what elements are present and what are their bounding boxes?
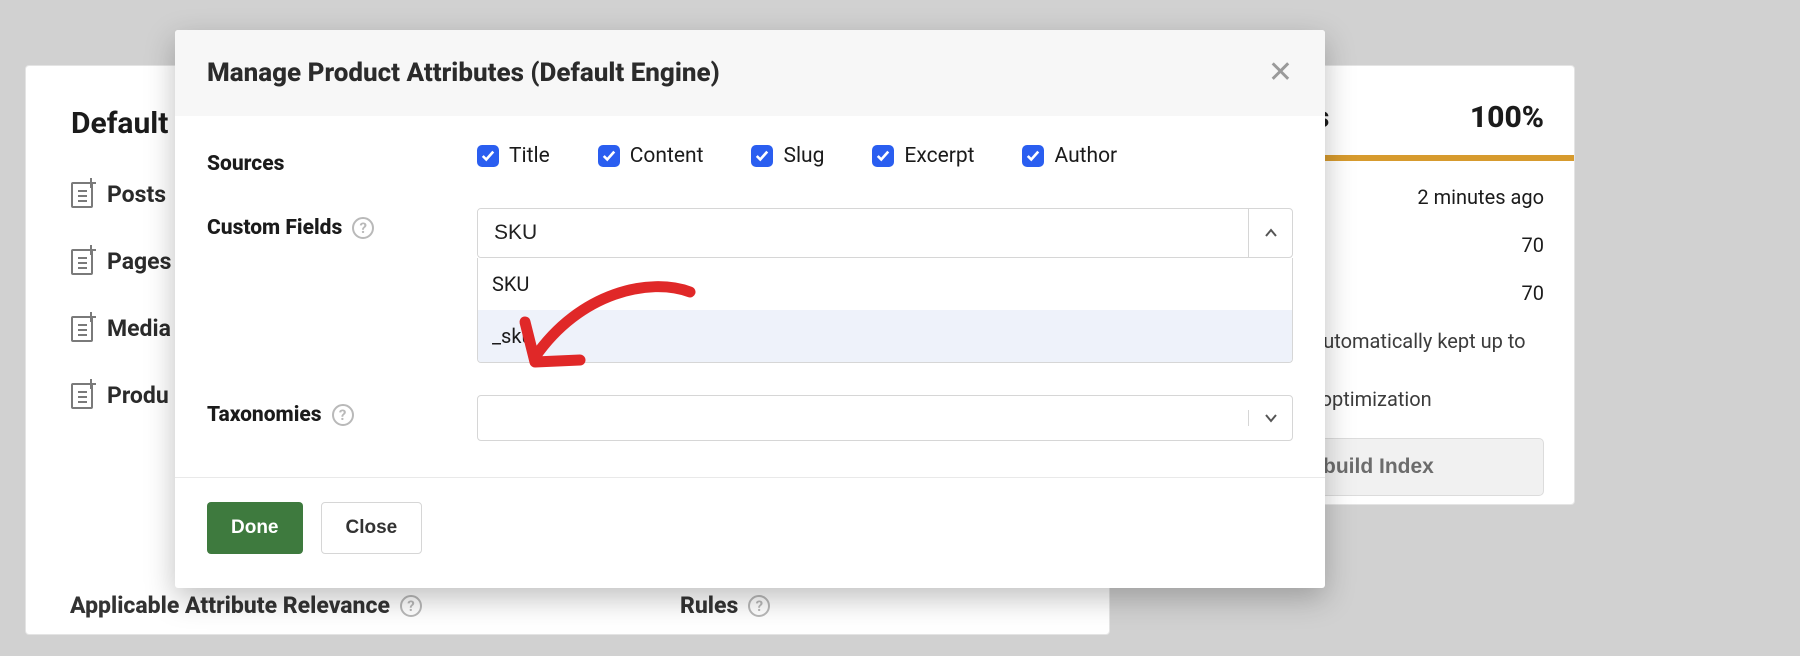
checkbox-icon xyxy=(598,145,620,167)
checkbox-title[interactable]: Title xyxy=(477,144,550,168)
attribute-relevance-heading: Applicable Attribute Relevance ? xyxy=(70,592,422,619)
chevron-up-icon[interactable] xyxy=(1248,209,1292,257)
checkbox-icon xyxy=(872,145,894,167)
custom-fields-dropdown: SKU _sku xyxy=(477,258,1293,363)
sidebar-item-label: Media xyxy=(107,315,171,342)
close-button[interactable]: Close xyxy=(321,502,423,554)
custom-fields-input[interactable] xyxy=(478,209,1248,257)
custom-fields-label-text: Custom Fields xyxy=(207,216,342,240)
modal-title: Manage Product Attributes (Default Engin… xyxy=(207,58,720,88)
help-icon[interactable]: ? xyxy=(400,595,422,617)
modal-footer: Done Close xyxy=(175,478,1325,588)
chevron-down-icon[interactable] xyxy=(1248,410,1292,426)
checkbox-content[interactable]: Content xyxy=(598,144,704,168)
taxonomies-label: Taxonomies ? xyxy=(207,395,477,427)
doc-plus-icon xyxy=(71,182,93,208)
help-icon[interactable]: ? xyxy=(748,595,770,617)
modal-header: Manage Product Attributes (Default Engin… xyxy=(175,30,1325,116)
checkbox-label: Title xyxy=(509,144,550,168)
checkbox-slug[interactable]: Slug xyxy=(751,144,824,168)
dropdown-option-sku[interactable]: SKU xyxy=(478,258,1292,310)
doc-plus-icon xyxy=(71,249,93,275)
checkbox-author[interactable]: Author xyxy=(1022,144,1117,168)
sidebar-item-label: Posts xyxy=(107,181,166,208)
custom-fields-input-wrap xyxy=(477,208,1293,258)
custom-fields-combo: SKU _sku xyxy=(477,208,1293,363)
checkbox-label: Excerpt xyxy=(904,144,974,168)
sources-label: Sources xyxy=(207,144,477,176)
sources-row: Sources Title Content Slug Excerpt xyxy=(207,144,1293,176)
checkbox-icon xyxy=(477,145,499,167)
status-row-value: 2 minutes ago xyxy=(1417,185,1544,209)
taxonomies-combo[interactable] xyxy=(477,395,1293,441)
rules-label: Rules xyxy=(680,592,738,619)
index-status-percent: 100% xyxy=(1470,100,1544,135)
custom-fields-label: Custom Fields ? xyxy=(207,208,477,240)
checkbox-excerpt[interactable]: Excerpt xyxy=(872,144,974,168)
taxonomies-row: Taxonomies ? xyxy=(207,395,1293,441)
status-row-value: 70 xyxy=(1522,281,1544,305)
taxonomies-label-text: Taxonomies xyxy=(207,403,322,427)
close-icon[interactable]: ✕ xyxy=(1268,58,1293,88)
taxonomies-combo-wrap xyxy=(477,395,1293,441)
checkbox-label: Content xyxy=(630,144,704,168)
checkbox-label: Slug xyxy=(783,144,824,168)
doc-plus-icon xyxy=(71,316,93,342)
manage-attributes-modal: Manage Product Attributes (Default Engin… xyxy=(175,30,1325,588)
sidebar-item-label: Produ xyxy=(107,382,169,409)
sources-checkboxes: Title Content Slug Excerpt Author xyxy=(477,144,1293,168)
modal-body: Sources Title Content Slug Excerpt xyxy=(175,116,1325,478)
custom-fields-row: Custom Fields ? SKU _sku xyxy=(207,208,1293,363)
dropdown-option-_sku[interactable]: _sku xyxy=(478,310,1292,362)
checkbox-label: Author xyxy=(1054,144,1117,168)
attribute-relevance-label: Applicable Attribute Relevance xyxy=(70,592,390,619)
checkbox-icon xyxy=(1022,145,1044,167)
rules-heading: Rules ? xyxy=(680,592,770,619)
help-icon[interactable]: ? xyxy=(332,404,354,426)
help-icon[interactable]: ? xyxy=(352,217,374,239)
checkbox-icon xyxy=(751,145,773,167)
status-row-value: 70 xyxy=(1522,233,1544,257)
done-button[interactable]: Done xyxy=(207,502,303,554)
doc-plus-icon xyxy=(71,383,93,409)
sidebar-item-label: Pages xyxy=(107,248,171,275)
